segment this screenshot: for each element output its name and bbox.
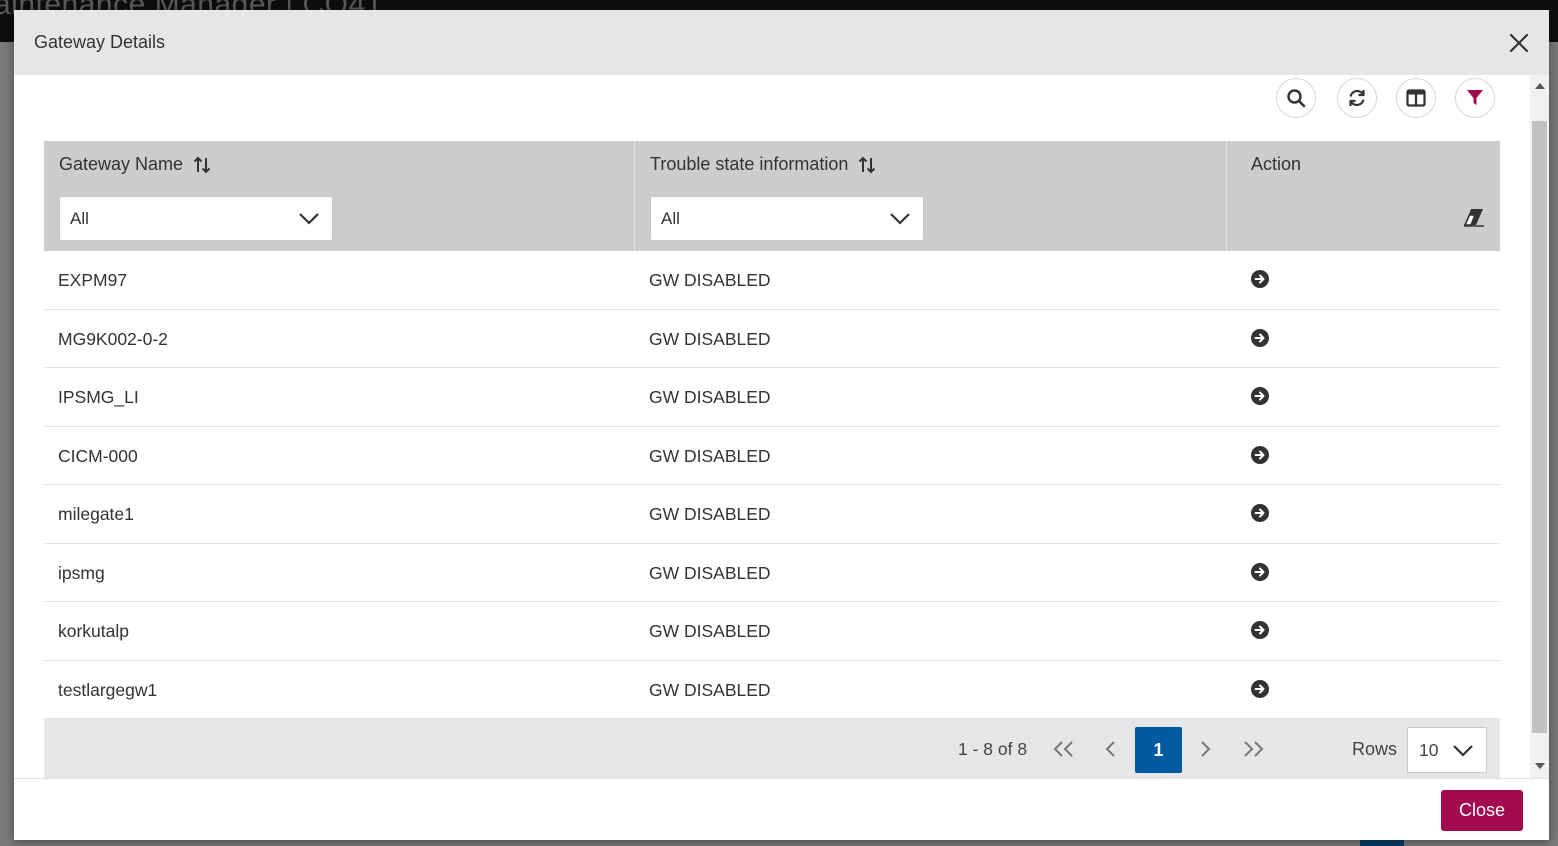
gateway-name-cell: milegate1 (58, 504, 134, 524)
dialog-title: Gateway Details (34, 32, 166, 52)
gateway-name-cell: ipsmg (58, 562, 105, 583)
table-body: EXPM97 GW DISABLED MG9K002-0-2 GW DISABLED I… (44, 251, 1500, 719)
scroll-up-arrow-icon[interactable] (1535, 83, 1545, 89)
table-row: korkutalp GW DISABLED (44, 602, 1500, 661)
refresh-icon (1349, 89, 1365, 107)
filter-button[interactable] (1455, 78, 1495, 118)
scrollbar-thumb[interactable] (1532, 121, 1547, 733)
refresh-button[interactable] (1337, 78, 1377, 118)
paginator: 1 - 8 of 8 1 Rows 10 (44, 719, 1500, 778)
column-label-gateway-name: Gateway Name (59, 154, 184, 174)
next-page-button[interactable] (1193, 737, 1217, 761)
table-row: ipsmg GW DISABLED (44, 543, 1500, 602)
filter-icon (1467, 90, 1483, 105)
rows-per-page-dropdown[interactable]: 10 (1407, 727, 1487, 773)
table-row: IPSMG_LI GW DISABLED (44, 368, 1500, 427)
gateway-name-cell: IPSMG_LI (58, 387, 139, 407)
gateway-name-filter-value: All (70, 209, 89, 228)
arrow-circle-right-icon[interactable] (1251, 328, 1269, 347)
rows-per-page-value: 10 (1419, 740, 1439, 760)
previous-page-button[interactable] (1099, 737, 1123, 761)
arrow-circle-right-icon[interactable] (1251, 504, 1269, 522)
arrow-circle-right-icon[interactable] (1251, 621, 1269, 639)
close-button[interactable]: Close (1441, 790, 1523, 831)
arrow-circle-right-icon[interactable] (1251, 387, 1269, 405)
column-header-action: Action (1227, 141, 1500, 251)
paginator-report: 1 - 8 of 8 (958, 739, 1028, 759)
column-header-gateway-name: Gateway Name All (44, 141, 634, 251)
double-chevron-left-icon (1053, 741, 1073, 757)
search-button[interactable] (1276, 78, 1316, 118)
table-row: testlargegw1 GW DISABLED (44, 660, 1500, 719)
arrow-circle-right-icon[interactable] (1251, 270, 1269, 288)
trouble-state-filter-dropdown[interactable]: All (650, 196, 924, 241)
chevron-right-icon (1201, 741, 1211, 757)
double-chevron-right-icon (1244, 741, 1264, 757)
dialog-scrollbar[interactable] (1530, 75, 1549, 778)
arrow-circle-right-icon[interactable] (1251, 679, 1269, 698)
trouble-state-filter-value: All (661, 209, 680, 228)
dialog-close-icon[interactable] (1506, 30, 1532, 56)
chevron-down-icon (890, 213, 910, 225)
trouble-state-cell: GW DISABLED (649, 328, 771, 349)
page-1-button[interactable]: 1 (1135, 727, 1182, 773)
column-header-trouble-state: Trouble state information All (635, 141, 1226, 251)
arrow-circle-right-icon[interactable] (1251, 445, 1269, 464)
rows-label: Rows (1352, 739, 1398, 759)
trouble-state-cell: GW DISABLED (649, 679, 771, 700)
last-page-button[interactable] (1241, 737, 1265, 761)
search-icon (1287, 89, 1306, 108)
chevron-down-icon (1453, 745, 1473, 757)
dialog-footer: Close (14, 778, 1549, 840)
sort-icon[interactable] (193, 155, 211, 175)
table-row: EXPM97 GW DISABLED (44, 251, 1500, 310)
columns-button[interactable] (1396, 78, 1436, 118)
table-header: Gateway Name All Trouble state informati… (44, 141, 1500, 251)
arrow-circle-right-icon[interactable] (1251, 562, 1269, 581)
first-page-button[interactable] (1052, 737, 1076, 761)
table-row: CICM-000 GW DISABLED (44, 426, 1500, 485)
column-label-trouble-state: Trouble state information (650, 154, 849, 174)
trouble-state-cell: GW DISABLED (649, 445, 771, 466)
gateway-name-cell: EXPM97 (58, 270, 128, 290)
trouble-state-cell: GW DISABLED (649, 504, 771, 524)
trouble-state-cell: GW DISABLED (649, 621, 771, 641)
gateway-name-cell: MG9K002-0-2 (58, 328, 168, 349)
chevron-down-icon (299, 213, 319, 225)
table-row: milegate1 GW DISABLED (44, 485, 1500, 544)
chevron-left-icon (1105, 741, 1115, 757)
dialog-body: Gateway Name All Trouble state informati… (14, 75, 1549, 778)
sort-icon[interactable] (858, 155, 876, 175)
gateway-name-cell: testlargegw1 (58, 679, 158, 700)
trouble-state-cell: GW DISABLED (649, 562, 771, 583)
column-label-action: Action (1251, 154, 1302, 174)
gateway-details-dialog: Gateway Details Gateway Name All Trouble… (14, 10, 1549, 840)
trouble-state-cell: GW DISABLED (649, 270, 771, 290)
trouble-state-cell: GW DISABLED (649, 387, 771, 407)
columns-icon (1406, 89, 1426, 107)
gateway-name-cell: korkutalp (58, 621, 130, 641)
dialog-header: Gateway Details (14, 10, 1549, 75)
clear-filters-eraser-icon[interactable] (1462, 207, 1486, 227)
gateway-table: Gateway Name All Trouble state informati… (44, 141, 1500, 778)
scroll-down-arrow-icon[interactable] (1535, 763, 1545, 769)
gateway-name-filter-dropdown[interactable]: All (59, 196, 333, 241)
table-row: MG9K002-0-2 GW DISABLED (44, 309, 1500, 368)
gateway-name-cell: CICM-000 (58, 445, 138, 466)
